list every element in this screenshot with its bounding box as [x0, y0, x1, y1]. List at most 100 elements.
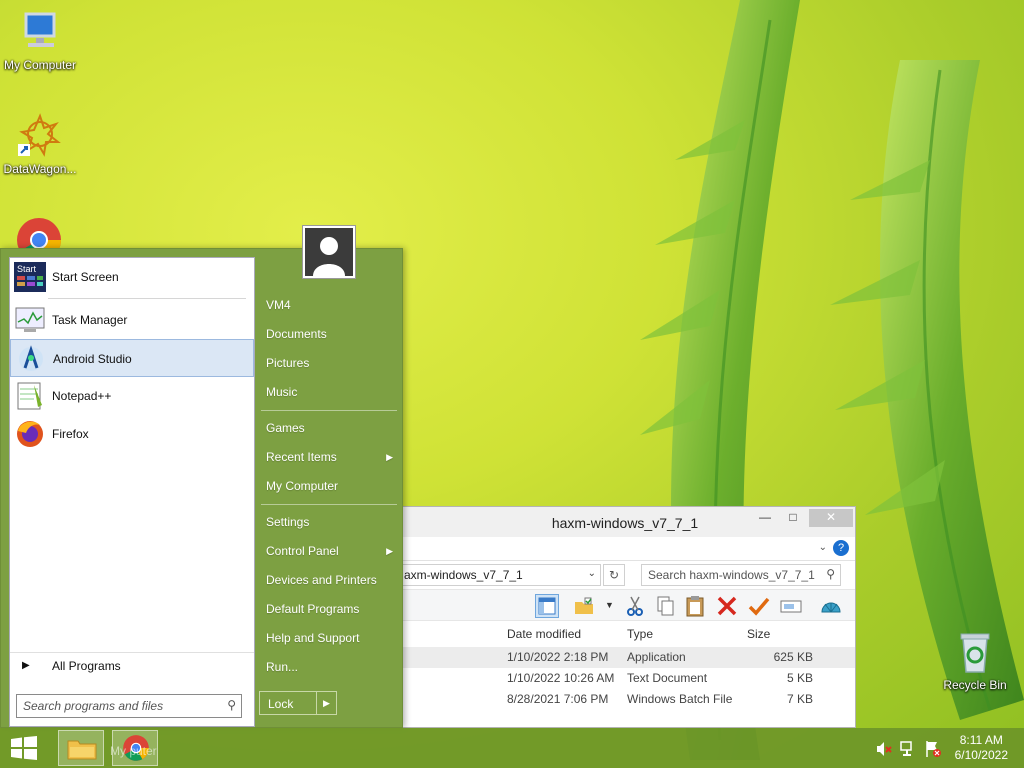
action-center-flag-icon[interactable]: [924, 740, 942, 761]
start-item-my-computer[interactable]: My Computer: [259, 472, 399, 501]
desktop-icon-label: My Computer: [3, 58, 77, 72]
desktop-icon-label: Recycle Bin: [943, 678, 1007, 692]
row-type: Application: [627, 650, 686, 664]
desktop-icon-datawagon[interactable]: DataWagon...: [0, 112, 80, 176]
clock-time: 8:11 AM: [959, 733, 1003, 747]
lock-options-arrow-icon[interactable]: ▶: [316, 692, 336, 714]
start-item-music[interactable]: Music: [259, 378, 399, 407]
computer-icon: [16, 8, 64, 56]
start-item-documents[interactable]: Documents: [259, 320, 399, 349]
folder-options-icon[interactable]: [573, 594, 597, 618]
help-icon[interactable]: ?: [833, 540, 849, 556]
pinned-label: Start Screen: [52, 270, 119, 284]
explorer-toolbar: ▼: [395, 589, 855, 621]
dropdown-arrow-icon[interactable]: ▼: [605, 600, 614, 610]
start-item-recent-items[interactable]: Recent Items ▶: [259, 443, 399, 472]
all-programs-label: All Programs: [52, 659, 121, 673]
start-item-settings[interactable]: Settings: [259, 508, 399, 537]
desktop-icon-recycle-bin[interactable]: Recycle Bin: [935, 628, 1015, 692]
notepad-plus-plus-icon: [14, 381, 46, 411]
table-row[interactable]: 1/10/2022 2:18 PM Application 625 KB: [395, 647, 855, 668]
desktop-icon-my-computer[interactable]: My Computer: [0, 8, 80, 72]
row-date: 1/10/2022 10:26 AM: [507, 671, 615, 685]
user-icon: [305, 228, 353, 276]
start-item-devices-and-printers[interactable]: Devices and Printers: [259, 566, 399, 595]
recycle-bin-icon: [951, 628, 999, 676]
start-screen-icon-text: Start: [17, 264, 37, 274]
volume-muted-icon[interactable]: [876, 741, 892, 760]
start-item-control-panel[interactable]: Control Panel ▶: [259, 537, 399, 566]
checkmark-icon[interactable]: [747, 594, 771, 618]
desktop-icon-label: DataWagon...: [3, 162, 77, 176]
search-programs-input[interactable]: Search programs and files ⚲: [16, 694, 242, 718]
explorer-window[interactable]: haxm-windows_v7_7_1 — □ ✕ ⌄ ? axm-window…: [394, 506, 856, 728]
taskbar: My puter 8:11 AM 6/10/2022: [0, 728, 1024, 768]
start-item-pictures[interactable]: Pictures: [259, 349, 399, 378]
search-input[interactable]: Search haxm-windows_v7_7_1 ⚲: [641, 564, 841, 586]
copy-icon[interactable]: [653, 594, 677, 618]
network-icon[interactable]: [900, 740, 918, 761]
clock[interactable]: 8:11 AM 6/10/2022: [955, 733, 1008, 763]
start-menu: Start Start Screen Task Manager Android …: [0, 225, 403, 728]
row-size: 625 KB: [773, 650, 813, 664]
pinned-android-studio[interactable]: Android Studio: [10, 339, 254, 377]
address-row: axm-windows_v7_7_1 ⌄ ↻ Search haxm-windo…: [395, 561, 855, 589]
pinned-notepad-plus-plus[interactable]: Notepad++: [10, 377, 254, 415]
minimize-button[interactable]: —: [751, 509, 779, 527]
pinned-label: Firefox: [52, 427, 89, 441]
pinned-label: Task Manager: [52, 313, 128, 327]
search-icon: ⚲: [826, 567, 835, 581]
pinned-label: Notepad++: [52, 389, 112, 403]
pinned-task-manager[interactable]: Task Manager: [10, 301, 254, 339]
column-type[interactable]: Type: [627, 627, 653, 641]
refresh-button[interactable]: ↻: [603, 564, 625, 586]
row-date: 8/28/2021 7:06 PM: [507, 692, 609, 706]
pinned-programs: Start Start Screen Task Manager Android …: [10, 258, 254, 453]
pinned-firefox[interactable]: Firefox: [10, 415, 254, 453]
pinned-start-screen[interactable]: Start Start Screen: [10, 258, 254, 296]
address-bar[interactable]: axm-windows_v7_7_1 ⌄: [395, 564, 601, 586]
shell-icon[interactable]: [819, 594, 843, 618]
lock-label: Lock: [268, 697, 294, 711]
all-programs-button[interactable]: ▶ All Programs: [10, 652, 254, 678]
clock-date: 6/10/2022: [954, 748, 1008, 762]
start-separator: [261, 504, 397, 505]
start-item-games[interactable]: Games: [259, 414, 399, 443]
start-item-default-programs[interactable]: Default Programs: [259, 595, 399, 624]
search-programs-placeholder: Search programs and files: [23, 699, 164, 713]
row-size: 5 KB: [786, 671, 813, 685]
ribbon-expand-icon[interactable]: ⌄: [819, 542, 827, 553]
explorer-titlebar[interactable]: haxm-windows_v7_7_1 — □ ✕: [395, 507, 855, 537]
start-item-help-and-support[interactable]: Help and Support: [259, 624, 399, 653]
paste-icon[interactable]: [683, 594, 707, 618]
search-placeholder: Search haxm-windows_v7_7_1: [648, 568, 815, 582]
column-date-modified[interactable]: Date modified: [507, 627, 581, 641]
search-icon: ⚲: [227, 698, 236, 712]
submenu-arrow-icon: ▶: [386, 452, 393, 462]
maximize-button[interactable]: □: [779, 509, 807, 527]
table-row[interactable]: 8/28/2021 7:06 PM Windows Batch File 7 K…: [395, 689, 855, 710]
start-separator: [261, 410, 397, 411]
column-size[interactable]: Size: [747, 627, 770, 641]
start-left-pane: Start Start Screen Task Manager Android …: [9, 257, 255, 727]
chevron-down-icon[interactable]: ⌄: [588, 568, 596, 579]
column-headers: Date modified Type Size: [395, 621, 855, 647]
lock-button[interactable]: Lock ▶: [259, 691, 337, 715]
task-manager-icon: [14, 305, 46, 335]
rename-icon[interactable]: [779, 594, 803, 618]
windows-start-icon[interactable]: [10, 736, 38, 760]
submenu-arrow-icon: ▶: [386, 546, 393, 556]
delete-icon[interactable]: [715, 594, 739, 618]
user-avatar[interactable]: [302, 225, 356, 279]
start-item-run[interactable]: Run...: [259, 653, 399, 682]
row-date: 1/10/2022 2:18 PM: [507, 650, 609, 664]
android-studio-icon: [15, 344, 47, 374]
taskbar-explorer-button[interactable]: [58, 730, 104, 766]
firefox-icon: [14, 419, 46, 449]
start-item-vm4[interactable]: VM4: [259, 291, 399, 320]
folder-icon: [67, 737, 97, 764]
close-button[interactable]: ✕: [809, 509, 853, 527]
layout-icon[interactable]: [535, 594, 559, 618]
table-row[interactable]: 1/10/2022 10:26 AM Text Document 5 KB: [395, 668, 855, 689]
cut-icon[interactable]: [623, 594, 647, 618]
